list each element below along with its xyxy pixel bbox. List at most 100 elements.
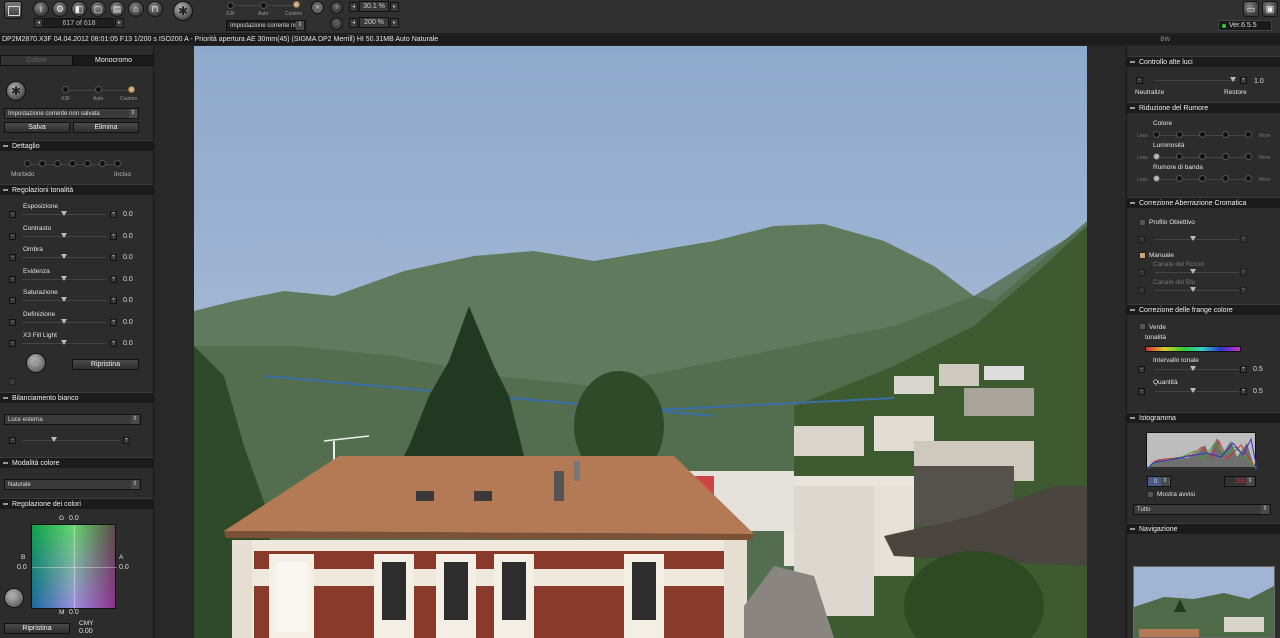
fringe-green-check[interactable] <box>1139 323 1146 330</box>
blue-plus-button[interactable]: + <box>1240 287 1247 294</box>
noise-lum-step-4[interactable] <box>1222 153 1229 160</box>
quantity-minus-button[interactable]: - <box>1138 388 1145 395</box>
wb-section-header[interactable]: Bilanciamento bianco <box>0 392 153 403</box>
noise-lum-step-3[interactable] <box>1199 153 1206 160</box>
fullscreen-icon[interactable]: ▣ <box>1262 1 1278 17</box>
detail-step-5[interactable] <box>84 160 91 167</box>
tone-range-plus-button[interactable]: + <box>1240 366 1247 373</box>
tone-section-header[interactable]: Regolazioni tonalità <box>0 184 153 195</box>
mode-x3f-knob[interactable] <box>227 2 234 9</box>
sigma-logo-icon[interactable]: ✱ <box>173 1 193 21</box>
lock-icon[interactable]: ⊓ <box>147 1 163 17</box>
red-slider-track[interactable] <box>1155 272 1239 273</box>
noise-color-step-4[interactable] <box>1222 131 1229 138</box>
zoom-down-button[interactable]: ◂ <box>349 2 358 12</box>
settings-icon[interactable]: ⚙ <box>52 1 68 17</box>
noise-color-step-2[interactable] <box>1176 131 1183 138</box>
info-icon[interactable]: i <box>33 1 49 17</box>
tone-plus-button[interactable]: + <box>110 297 117 304</box>
tone-slider-thumb[interactable] <box>61 318 67 324</box>
tone-plus-button[interactable]: + <box>110 275 117 283</box>
noise-band-step-1[interactable] <box>1153 175 1160 182</box>
preset-custom-knob[interactable] <box>128 86 135 93</box>
tone-minus-button[interactable]: - <box>9 254 16 261</box>
red-plus-button[interactable]: + <box>1240 269 1247 276</box>
color-mode-select[interactable]: Naturale <box>4 479 141 490</box>
noise-color-step-1[interactable] <box>1153 131 1160 138</box>
color-reset-button[interactable]: Ripristina <box>4 623 70 634</box>
detail-step-2[interactable] <box>39 160 46 167</box>
preset-select[interactable]: Impostazione corrente non salvata <box>4 108 139 119</box>
zoom-fit-icon[interactable]: ⊕ <box>330 1 343 14</box>
noise-lum-step-5[interactable] <box>1245 153 1252 160</box>
hue-spectrum-bar[interactable] <box>1145 346 1241 352</box>
noise-lum-step-1[interactable] <box>1153 153 1160 160</box>
red-slider-thumb[interactable] <box>1190 269 1196 274</box>
tone-slider-thumb[interactable] <box>61 232 67 238</box>
photo-preview[interactable] <box>194 46 1087 638</box>
lens-slider-track[interactable] <box>1155 239 1239 240</box>
color-balance-grid[interactable] <box>31 524 117 610</box>
manual-check[interactable] <box>1139 252 1146 259</box>
wb-slider-track[interactable] <box>22 440 120 441</box>
trash-icon[interactable]: ⌂ <box>128 1 144 17</box>
eyedropper-icon[interactable]: ✎ <box>4 588 24 608</box>
save-button[interactable]: Salva <box>4 122 70 133</box>
app-menu-icon[interactable] <box>4 1 22 19</box>
blue-slider-track[interactable] <box>1155 290 1239 291</box>
tone-minus-button[interactable]: - <box>9 297 16 304</box>
noise-color-step-5[interactable] <box>1245 131 1252 138</box>
tone-minus-button[interactable]: - <box>9 340 16 347</box>
lens-plus-button[interactable]: + <box>1240 236 1247 243</box>
tone-plus-button[interactable]: + <box>110 254 117 261</box>
highlight-slider-thumb[interactable] <box>1230 77 1236 82</box>
tone-slider-thumb[interactable] <box>61 340 67 345</box>
wb-plus-button[interactable]: + <box>123 437 130 444</box>
preset-auto-knob[interactable] <box>95 86 102 93</box>
tone-range-minus-button[interactable]: - <box>1138 366 1145 373</box>
noise-section-header[interactable]: Riduzione del Rumore <box>1127 102 1280 113</box>
navigation-section-header[interactable]: Navigazione <box>1127 523 1280 534</box>
prev-file-button[interactable]: ◂ <box>34 18 43 28</box>
hist-high-value[interactable]: 255 <box>1224 476 1256 487</box>
navigation-thumbnail[interactable] <box>1133 566 1275 638</box>
wb-slider-thumb[interactable] <box>51 437 57 442</box>
blue-minus-button[interactable]: - <box>1138 287 1145 294</box>
tone-slider-thumb[interactable] <box>61 211 67 216</box>
color-adjust-section-header[interactable]: Regolazione dei colori <box>0 498 153 509</box>
tone-range-track[interactable] <box>1155 369 1239 370</box>
highlight-minus-button[interactable]: - <box>1136 77 1143 84</box>
lens-slider-thumb[interactable] <box>1190 236 1196 241</box>
detail-step-1[interactable] <box>24 160 31 167</box>
zoom-100-icon[interactable]: ⊙ <box>330 17 343 30</box>
noise-band-step-3[interactable] <box>1199 175 1206 182</box>
fringe-section-header[interactable]: Correzione delle frange colore <box>1127 304 1280 315</box>
tone-minus-button[interactable]: - <box>9 318 16 326</box>
detail-section-header[interactable]: Dettaglio <box>0 140 153 151</box>
next-file-button[interactable]: ▸ <box>115 18 124 28</box>
setting-select[interactable]: Impostazione corrente no <box>226 20 306 31</box>
highlight-slider-track[interactable] <box>1155 80 1237 81</box>
histogram-section-header[interactable]: Istogramma <box>1127 412 1280 423</box>
tone-range-thumb[interactable] <box>1190 366 1196 371</box>
tone-plus-button[interactable]: + <box>110 211 117 218</box>
detail-step-3[interactable] <box>54 160 61 167</box>
lens-profile-check[interactable] <box>1139 219 1146 226</box>
tone-minus-button[interactable]: - <box>9 211 16 218</box>
mode-auto-knob[interactable] <box>260 2 267 9</box>
noise-band-step-2[interactable] <box>1176 175 1183 182</box>
highlight-section-header[interactable]: Controllo alte luci <box>1127 56 1280 67</box>
noise-band-step-5[interactable] <box>1245 175 1252 182</box>
delete-button[interactable]: Elimina <box>73 122 139 133</box>
tab-colore[interactable]: Colore <box>0 55 73 66</box>
color-mode-section-header[interactable]: Modalità colore <box>0 457 153 468</box>
export-icon[interactable]: ▢ <box>90 1 106 17</box>
tone-plus-button[interactable]: + <box>110 340 117 347</box>
tab-monocromo[interactable]: Monocromo <box>73 55 153 66</box>
zoom-up-button[interactable]: ▸ <box>390 2 399 12</box>
wb-minus-button[interactable]: - <box>9 437 16 444</box>
preset-x3f-knob[interactable] <box>62 86 69 93</box>
save-icon[interactable]: ◧ <box>71 1 87 17</box>
show-warnings-check[interactable] <box>1147 491 1154 498</box>
auto-tone-icon[interactable]: ◉ <box>26 353 46 373</box>
